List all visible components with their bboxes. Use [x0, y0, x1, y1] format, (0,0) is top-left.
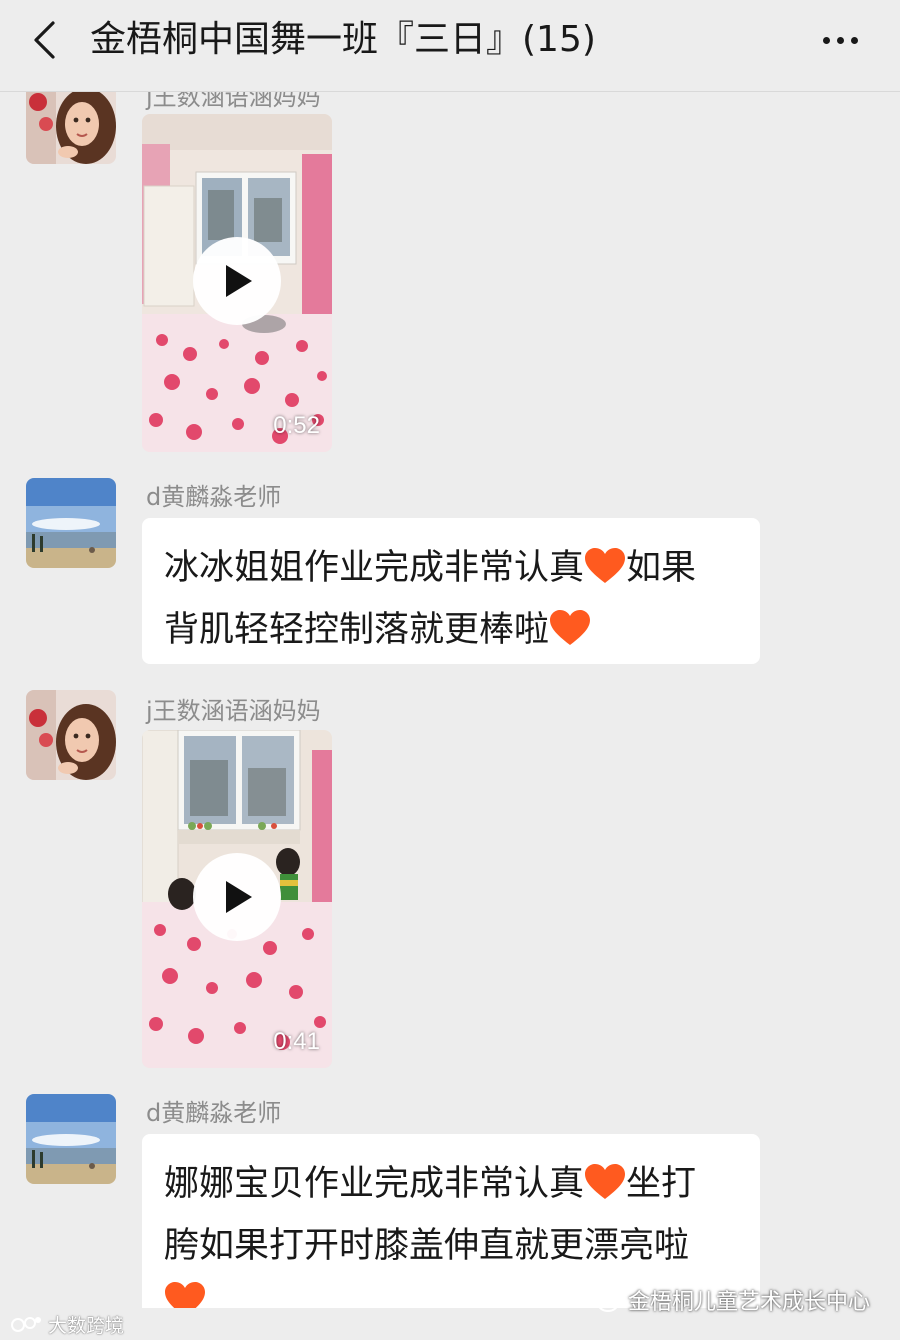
- more-dots-icon: [822, 36, 830, 44]
- message-text: 娜娜宝贝作业完成非常认真: [164, 1164, 585, 1204]
- more-dot: [836, 36, 844, 44]
- chevron-left-icon: [34, 21, 55, 59]
- message-text: 如果: [626, 548, 697, 588]
- play-button[interactable]: [193, 853, 281, 941]
- message-line: 娜娜宝贝作业完成非常认真 坐打: [164, 1156, 738, 1218]
- message-text: 坐打: [626, 1164, 697, 1204]
- heart-emoji-icon: [549, 608, 591, 664]
- chat-title: 金梧桐中国舞一班『三日』(15): [90, 19, 596, 60]
- sender-name: d黄麟淼老师: [146, 1099, 282, 1127]
- more-button[interactable]: [810, 22, 870, 58]
- sender-name: d黄麟淼老师: [146, 483, 282, 511]
- video-thumbnail[interactable]: 0:52: [142, 114, 332, 452]
- message-text: 背肌轻轻控制落就更棒啦: [164, 610, 550, 650]
- message-text: 胯如果打开时膝盖伸直就更漂亮啦: [164, 1226, 690, 1266]
- watermark-right: 金梧桐儿童艺术成长中心: [583, 1282, 870, 1318]
- chat-header: 金梧桐中国舞一班『三日』(15): [0, 0, 900, 92]
- back-button[interactable]: [22, 14, 66, 66]
- play-button[interactable]: [193, 237, 281, 325]
- video-duration: 0:41: [273, 1028, 320, 1055]
- message-bubble[interactable]: 冰冰姐姐作业完成非常认真 如果 背肌轻轻控制落就更棒啦: [142, 518, 760, 664]
- watermark-logo-icon: [11, 1317, 41, 1332]
- avatar[interactable]: [26, 1094, 116, 1184]
- avatar[interactable]: [26, 690, 116, 780]
- heart-emoji-icon: [584, 1162, 626, 1218]
- play-icon: [226, 265, 252, 297]
- video-thumbnail[interactable]: 0:41: [142, 730, 332, 1068]
- more-dot: [850, 36, 858, 44]
- message-text: 冰冰姐姐作业完成非常认真: [164, 548, 585, 588]
- wechat-icon: [583, 1286, 619, 1312]
- video-duration: 0:52: [273, 412, 320, 439]
- message-line: 背肌轻轻控制落就更棒啦: [164, 602, 738, 664]
- watermark-left: 大数跨境: [10, 1310, 124, 1338]
- avatar[interactable]: [26, 478, 116, 568]
- message-line: 胯如果打开时膝盖伸直就更漂亮啦: [164, 1218, 738, 1274]
- watermark-right-text: 金梧桐儿童艺术成长中心: [627, 1290, 870, 1315]
- watermark-left-text: 大数跨境: [48, 1314, 125, 1337]
- message-line: 冰冰姐姐作业完成非常认真 如果: [164, 540, 738, 602]
- play-icon: [226, 881, 252, 913]
- sender-name: j王数涵语涵妈妈: [146, 697, 321, 725]
- heart-emoji-icon: [584, 546, 626, 602]
